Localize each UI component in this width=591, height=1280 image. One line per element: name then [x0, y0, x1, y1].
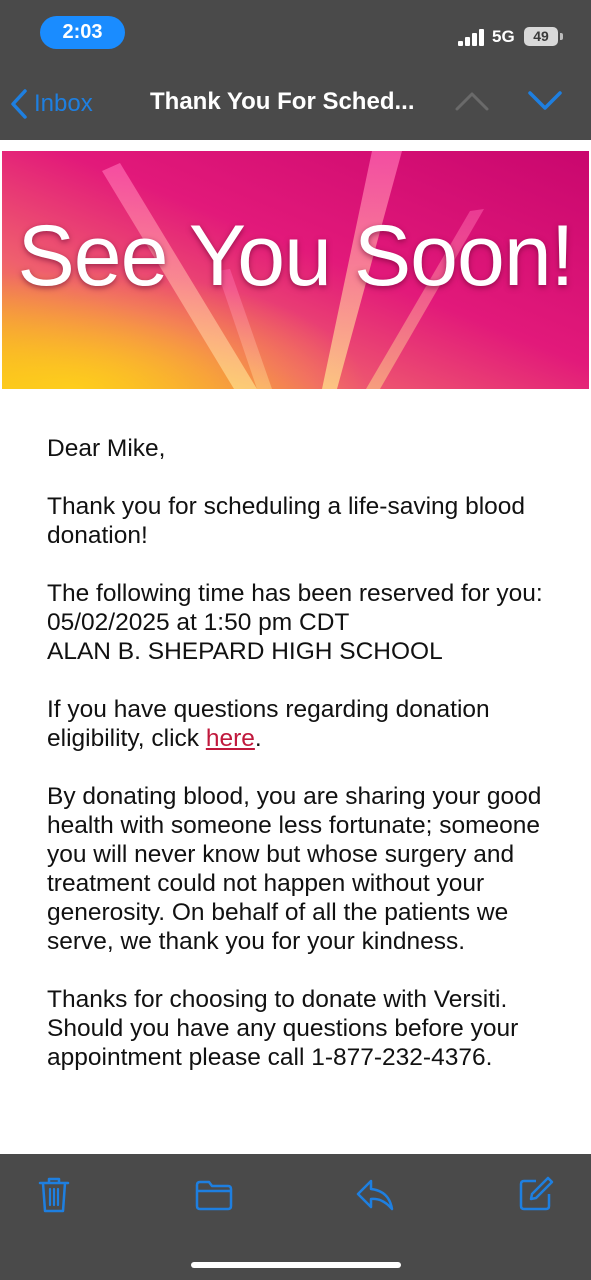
appointment-time: 05/02/2025 at 1:50 pm CDT: [47, 609, 350, 636]
email-message: Dear Mike, Thank you for scheduling a li…: [47, 434, 557, 1101]
questions-paragraph: If you have questions regarding donation…: [47, 695, 557, 753]
delete-button[interactable]: [38, 1176, 70, 1219]
next-message-button[interactable]: [527, 90, 563, 117]
appointment-location: ALAN B. SHEPARD HIGH SCHOOL: [47, 638, 443, 665]
nav-bar: Inbox Thank You For Sched...: [0, 64, 591, 140]
compose-icon: [519, 1176, 554, 1211]
reply-button[interactable]: [355, 1178, 395, 1217]
donating-paragraph: By donating blood, you are sharing your …: [47, 783, 542, 955]
previous-message-button[interactable]: [454, 90, 490, 117]
battery-icon: 49: [524, 27, 558, 46]
questions-period: .: [254, 725, 262, 752]
battery-tip: [560, 33, 563, 40]
chevron-left-icon: [11, 89, 27, 119]
see-you-soon-banner: See You Soon!: [2, 151, 589, 389]
questions-text: If you have questions regarding donation…: [47, 696, 490, 752]
status-time: 2:03: [40, 16, 125, 49]
signal-icon: [458, 29, 486, 46]
chevron-down-icon: [528, 91, 562, 110]
greeting: Dear Mike,: [47, 435, 166, 462]
reserved-intro: The following time has been reserved for…: [47, 580, 543, 607]
eligibility-link[interactable]: here: [206, 725, 255, 752]
back-label: Inbox: [34, 90, 93, 117]
network-label: 5G: [492, 27, 515, 46]
email-subject-title: Thank You For Sched...: [150, 88, 415, 115]
reservation-paragraph: The following time has been reserved for…: [47, 579, 557, 666]
banner-heading: See You Soon!: [17, 208, 574, 304]
home-indicator: [191, 1262, 401, 1268]
thanks-paragraph: Thank you for scheduling a life-saving b…: [47, 493, 526, 549]
reply-icon: [356, 1179, 394, 1211]
chevron-up-icon: [455, 92, 489, 111]
back-to-inbox-button[interactable]: Inbox: [10, 84, 93, 124]
status-bar: 2:03 5G 49: [0, 0, 591, 64]
compose-button[interactable]: [518, 1176, 554, 1217]
closing-paragraph: Thanks for choosing to donate with Versi…: [47, 986, 519, 1071]
folder-icon: [195, 1180, 233, 1211]
move-to-folder-button[interactable]: [194, 1179, 234, 1216]
email-body: See You Soon! Dear Mike, Thank you for s…: [0, 140, 591, 1154]
trash-icon: [38, 1177, 70, 1213]
